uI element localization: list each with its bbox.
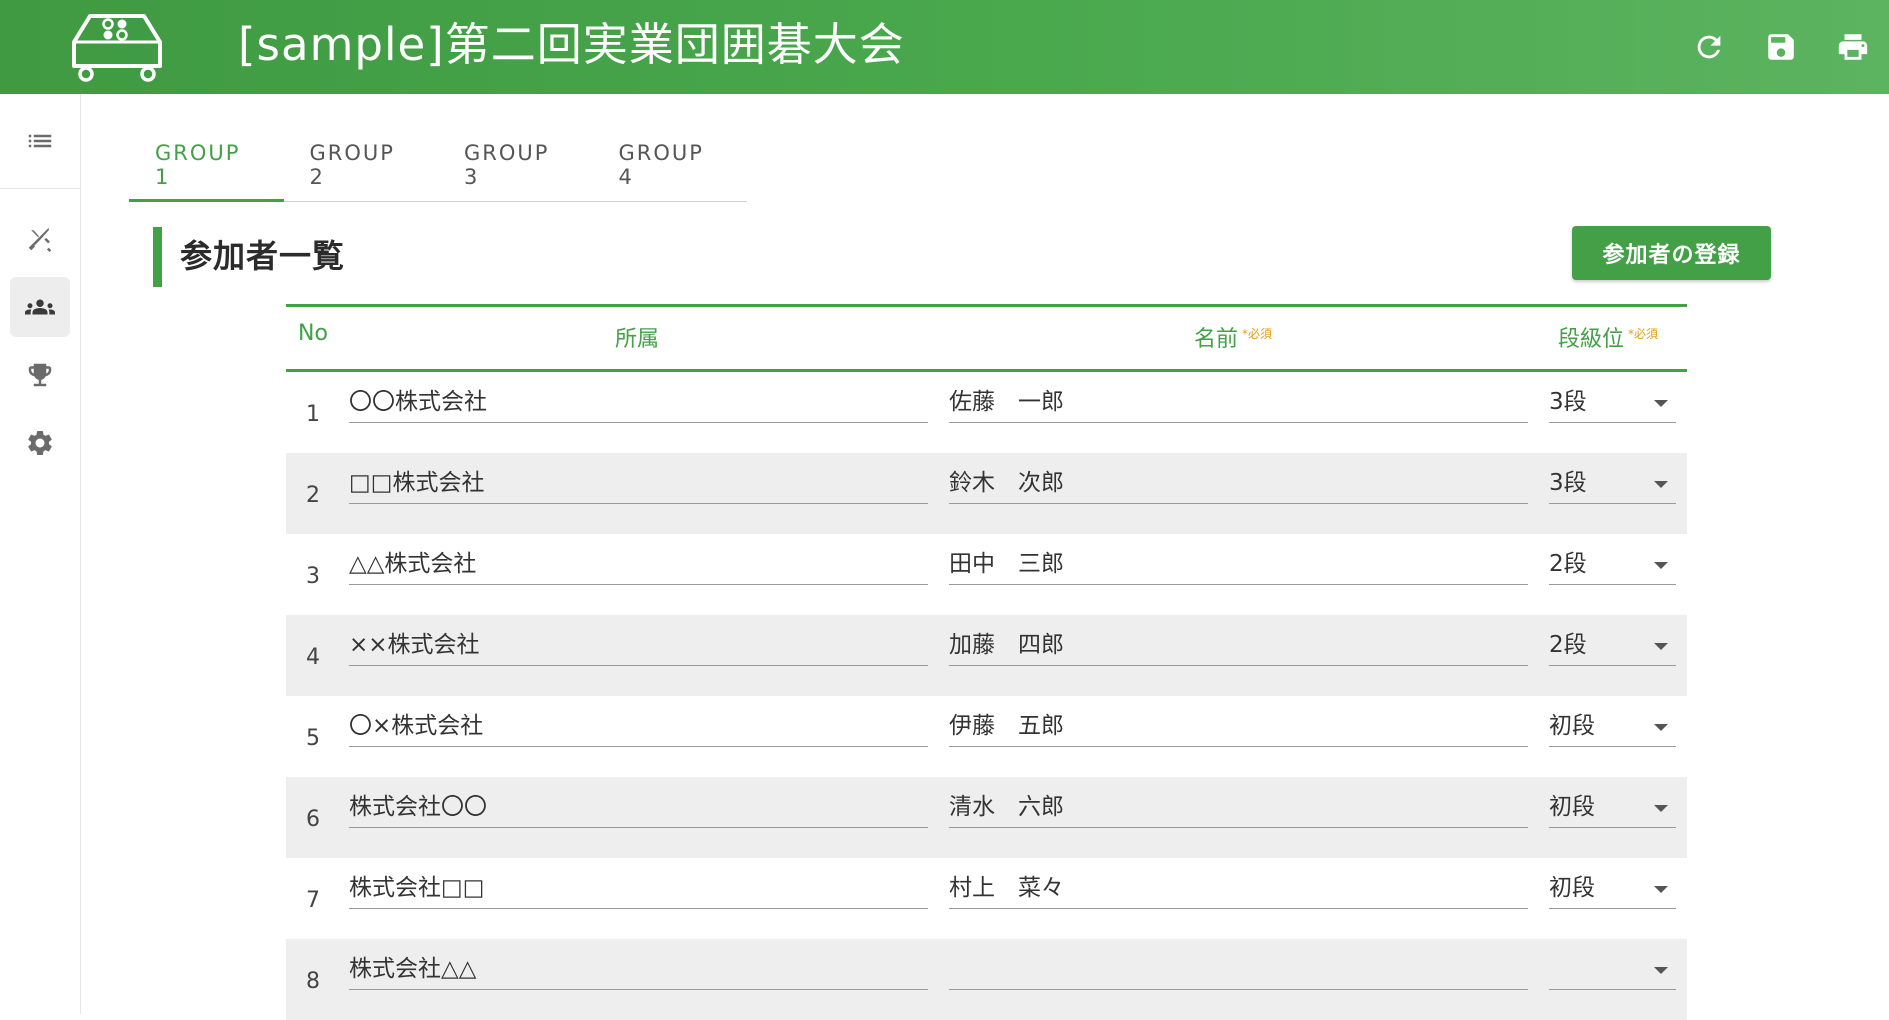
register-participant-button[interactable]: 参加者の登録: [1572, 226, 1771, 280]
name-input[interactable]: 村上 菜々: [949, 868, 1528, 909]
dropdown-arrow-icon: [1654, 481, 1668, 488]
sidebar-item-matches[interactable]: [10, 209, 70, 269]
dropdown-arrow-icon: [1654, 886, 1668, 893]
org-input[interactable]: 〇×株式会社: [349, 706, 928, 747]
sidebar-item-participants[interactable]: [10, 277, 70, 337]
row-number: 2: [306, 483, 320, 508]
org-input[interactable]: ××株式会社: [349, 625, 928, 666]
row-number: 7: [306, 888, 320, 913]
org-input[interactable]: 株式会社△△: [349, 949, 928, 990]
refresh-icon: [1697, 35, 1721, 59]
header-no: No: [298, 321, 328, 346]
name-input[interactable]: 田中 三郎: [949, 544, 1528, 585]
header-org: 所属: [615, 327, 660, 352]
name-input[interactable]: 佐藤 一郎: [949, 382, 1528, 423]
rank-value: 初段: [1549, 794, 1595, 820]
tab-group-1[interactable]: GROUP 1: [129, 130, 284, 202]
rank-select[interactable]: 初段: [1549, 787, 1676, 828]
header-name: 名前 *必須: [1194, 321, 1272, 353]
rank-select[interactable]: 2段: [1549, 544, 1676, 585]
save-icon: [1768, 34, 1794, 60]
gear-icon: [28, 430, 52, 455]
tab-group-2[interactable]: GROUP 2: [284, 130, 439, 200]
table-row: 3 △△株式会社 田中 三郎 2段: [286, 534, 1687, 615]
rank-value: 2段: [1549, 551, 1587, 577]
rank-value: 3段: [1549, 470, 1587, 496]
header-name-label: 名前: [1194, 327, 1239, 352]
table-row: 4 ××株式会社 加藤 四郎 2段: [286, 615, 1687, 696]
dropdown-arrow-icon: [1654, 805, 1668, 812]
rank-value: 初段: [1549, 713, 1595, 739]
org-input[interactable]: 〇〇株式会社: [349, 382, 928, 423]
rank-value: 2段: [1549, 632, 1587, 658]
dropdown-arrow-icon: [1654, 400, 1668, 407]
list-icon: [28, 134, 52, 148]
row-number: 1: [306, 402, 320, 427]
required-mark: *必須: [1242, 326, 1273, 341]
participants-table: No 所属 名前 *必須 段級位 *必須 1 〇〇株式会社 佐藤 一郎 3段 2 □□株式会社…: [286, 304, 1687, 1020]
header-rank: 段級位 *必須: [1558, 321, 1658, 353]
table-row: 8 株式会社△△: [286, 939, 1687, 1020]
row-number: 6: [306, 807, 320, 832]
section-title: 参加者一覧: [180, 237, 346, 275]
sidebar-item-settings[interactable]: [10, 413, 70, 473]
sidebar-item-results[interactable]: [10, 345, 70, 405]
header-rank-label: 段級位: [1558, 327, 1625, 352]
rank-select[interactable]: 2段: [1549, 625, 1676, 666]
org-input[interactable]: □□株式会社: [349, 463, 928, 504]
go-board-logo: [72, 14, 162, 82]
rank-select[interactable]: 初段: [1549, 706, 1676, 747]
sidebar: [0, 94, 81, 1014]
row-number: 8: [306, 969, 320, 994]
table-body: 1 〇〇株式会社 佐藤 一郎 3段 2 □□株式会社 鈴木 次郎 3段 3 △△株式会社 田中 三郎…: [286, 372, 1687, 1020]
app-header: [sample]第二回実業団囲碁大会: [0, 0, 1889, 94]
print-icon: [1838, 34, 1868, 60]
name-input[interactable]: 鈴木 次郎: [949, 463, 1528, 504]
name-input[interactable]: [949, 949, 1528, 990]
table-row: 1 〇〇株式会社 佐藤 一郎 3段: [286, 372, 1687, 453]
print-button[interactable]: [1817, 11, 1889, 83]
org-input[interactable]: 株式会社〇〇: [349, 787, 928, 828]
table-row: 5 〇×株式会社 伊藤 五郎 初段: [286, 696, 1687, 777]
dropdown-arrow-icon: [1654, 643, 1668, 650]
refresh-button[interactable]: [1673, 11, 1745, 83]
trophy-icon: [28, 363, 52, 387]
group-tabs: GROUP 1 GROUP 2 GROUP 3 GROUP 4: [129, 130, 747, 202]
row-number: 4: [306, 645, 320, 670]
dropdown-arrow-icon: [1654, 967, 1668, 974]
org-input[interactable]: △△株式会社: [349, 544, 928, 585]
people-icon: [25, 299, 55, 315]
section-accent-bar: [153, 227, 162, 287]
menu-toggle-button[interactable]: [0, 94, 80, 189]
required-mark: *必須: [1628, 326, 1659, 341]
rank-select[interactable]: 初段: [1549, 868, 1676, 909]
dropdown-arrow-icon: [1654, 724, 1668, 731]
row-number: 3: [306, 564, 320, 589]
tab-group-3[interactable]: GROUP 3: [438, 130, 593, 200]
table-row: 7 株式会社□□ 村上 菜々 初段: [286, 858, 1687, 939]
page-title: [sample]第二回実業団囲碁大会: [238, 18, 905, 71]
header-actions: [1673, 0, 1889, 94]
crossed-swords-icon: [28, 227, 52, 253]
org-input[interactable]: 株式会社□□: [349, 868, 928, 909]
dropdown-arrow-icon: [1654, 562, 1668, 569]
table-header: No 所属 名前 *必須 段級位 *必須: [286, 304, 1687, 372]
name-input[interactable]: 加藤 四郎: [949, 625, 1528, 666]
save-button[interactable]: [1745, 11, 1817, 83]
rank-select[interactable]: 3段: [1549, 382, 1676, 423]
rank-value: 3段: [1549, 389, 1587, 415]
row-number: 5: [306, 726, 320, 751]
name-input[interactable]: 伊藤 五郎: [949, 706, 1528, 747]
tab-group-4[interactable]: GROUP 4: [593, 130, 748, 200]
table-row: 6 株式会社〇〇 清水 六郎 初段: [286, 777, 1687, 858]
rank-select[interactable]: 3段: [1549, 463, 1676, 504]
rank-select[interactable]: [1549, 949, 1676, 990]
rank-value: 初段: [1549, 875, 1595, 901]
name-input[interactable]: 清水 六郎: [949, 787, 1528, 828]
table-row: 2 □□株式会社 鈴木 次郎 3段: [286, 453, 1687, 534]
